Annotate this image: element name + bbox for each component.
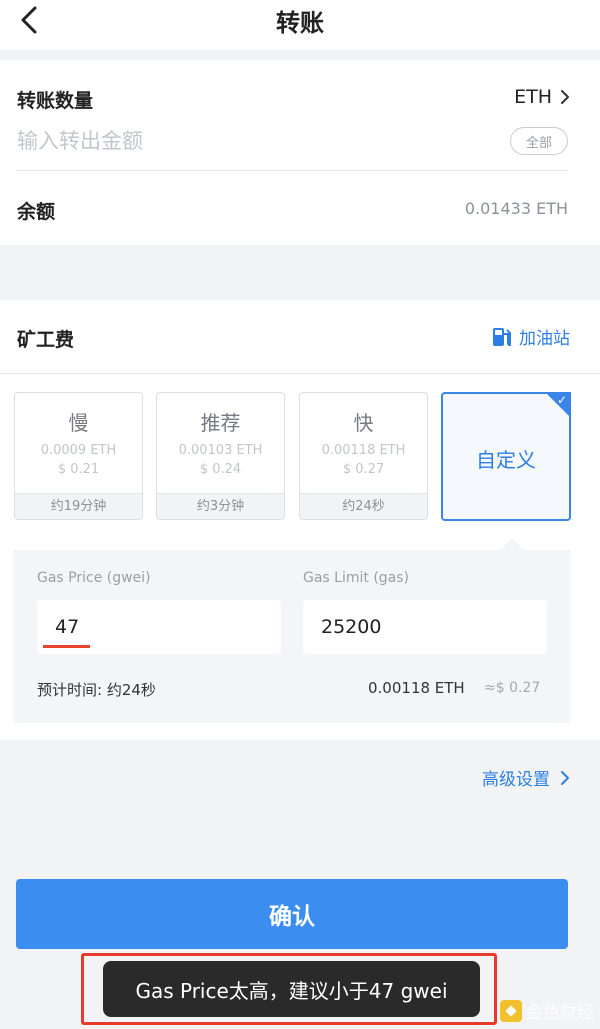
fee-option-slow[interactable]: 慢 0.0009 ETH $ 0.21 约19分钟 bbox=[14, 392, 143, 520]
fee-option-name: 慢 bbox=[68, 411, 89, 435]
watermark-text: 金色财经 bbox=[526, 1003, 594, 1023]
gas-station-link[interactable]: 加油站 bbox=[491, 324, 570, 349]
panel-pointer bbox=[500, 538, 524, 550]
estimated-fee-usd: ≈$ 0.27 bbox=[484, 680, 541, 696]
gas-limit-input[interactable] bbox=[303, 600, 547, 654]
divider bbox=[0, 373, 600, 374]
gas-limit-label: Gas Limit (gas) bbox=[303, 570, 410, 586]
toast-message: Gas Price太高，建议小于47 gwei bbox=[103, 961, 480, 1017]
chevron-right-icon bbox=[561, 770, 569, 785]
balance-label: 余额 bbox=[17, 201, 56, 223]
gas-pump-icon bbox=[493, 327, 511, 346]
top-bar: 转账 bbox=[0, 0, 600, 50]
fee-option-recommended[interactable]: 推荐 0.00103 ETH $ 0.24 约3分钟 bbox=[156, 392, 285, 520]
gas-station-label: 加油站 bbox=[519, 329, 570, 349]
fee-option-eth: 0.00118 ETH bbox=[321, 443, 406, 458]
fee-option-time: 约24秒 bbox=[300, 493, 427, 519]
page-title: 转账 bbox=[276, 9, 324, 37]
divider bbox=[17, 170, 568, 171]
token-name: ETH bbox=[514, 86, 552, 108]
error-underline bbox=[43, 645, 90, 648]
balance-value: 0.01433 ETH bbox=[464, 199, 568, 218]
fee-option-eth: 0.00103 ETH bbox=[178, 443, 263, 458]
chevron-right-icon bbox=[561, 90, 569, 104]
gas-limit-field bbox=[303, 600, 547, 654]
fee-option-usd: $ 0.27 bbox=[342, 462, 385, 477]
watermark-logo-icon bbox=[500, 999, 522, 1022]
fee-option-usd: $ 0.21 bbox=[57, 462, 100, 477]
estimated-fee-eth: 0.00118 ETH bbox=[368, 679, 465, 697]
fee-option-eth: 0.0009 ETH bbox=[40, 443, 117, 458]
amount-card: 转账数量 ETH 全部 余额 0.01433 ETH bbox=[0, 60, 600, 245]
fee-option-fast[interactable]: 快 0.00118 ETH $ 0.27 约24秒 bbox=[299, 392, 428, 520]
fee-option-custom[interactable]: ✓ 自定义 bbox=[441, 392, 571, 521]
watermark: 金色财经 bbox=[500, 998, 594, 1023]
amount-input[interactable] bbox=[17, 124, 437, 158]
advanced-settings-link[interactable]: 高级设置 bbox=[482, 765, 570, 790]
fee-card: 矿工费 加油站 慢 0.0009 ETH $ 0.21 约19分钟 推荐 0.0… bbox=[0, 300, 600, 740]
all-button[interactable]: 全部 bbox=[510, 127, 568, 155]
advanced-settings-label: 高级设置 bbox=[482, 770, 550, 790]
gas-price-label: Gas Price (gwei) bbox=[37, 570, 151, 586]
fee-option-time: 约19分钟 bbox=[15, 493, 142, 519]
fee-option-usd: $ 0.24 bbox=[199, 462, 242, 477]
estimated-time: 预计时间: 约24秒 bbox=[37, 681, 156, 699]
fee-label: 矿工费 bbox=[17, 329, 75, 351]
custom-label: 自定义 bbox=[476, 448, 536, 472]
check-icon: ✓ bbox=[556, 393, 567, 407]
fee-option-name: 快 bbox=[353, 411, 374, 435]
token-selector[interactable]: ETH bbox=[514, 86, 570, 108]
custom-gas-panel: Gas Price (gwei) Gas Limit (gas) 预计时间: 约… bbox=[13, 550, 571, 723]
fee-option-name: 推荐 bbox=[200, 411, 241, 435]
fee-option-time: 约3分钟 bbox=[157, 493, 284, 519]
amount-label: 转账数量 bbox=[17, 90, 94, 112]
confirm-button[interactable]: 确认 bbox=[16, 879, 568, 949]
